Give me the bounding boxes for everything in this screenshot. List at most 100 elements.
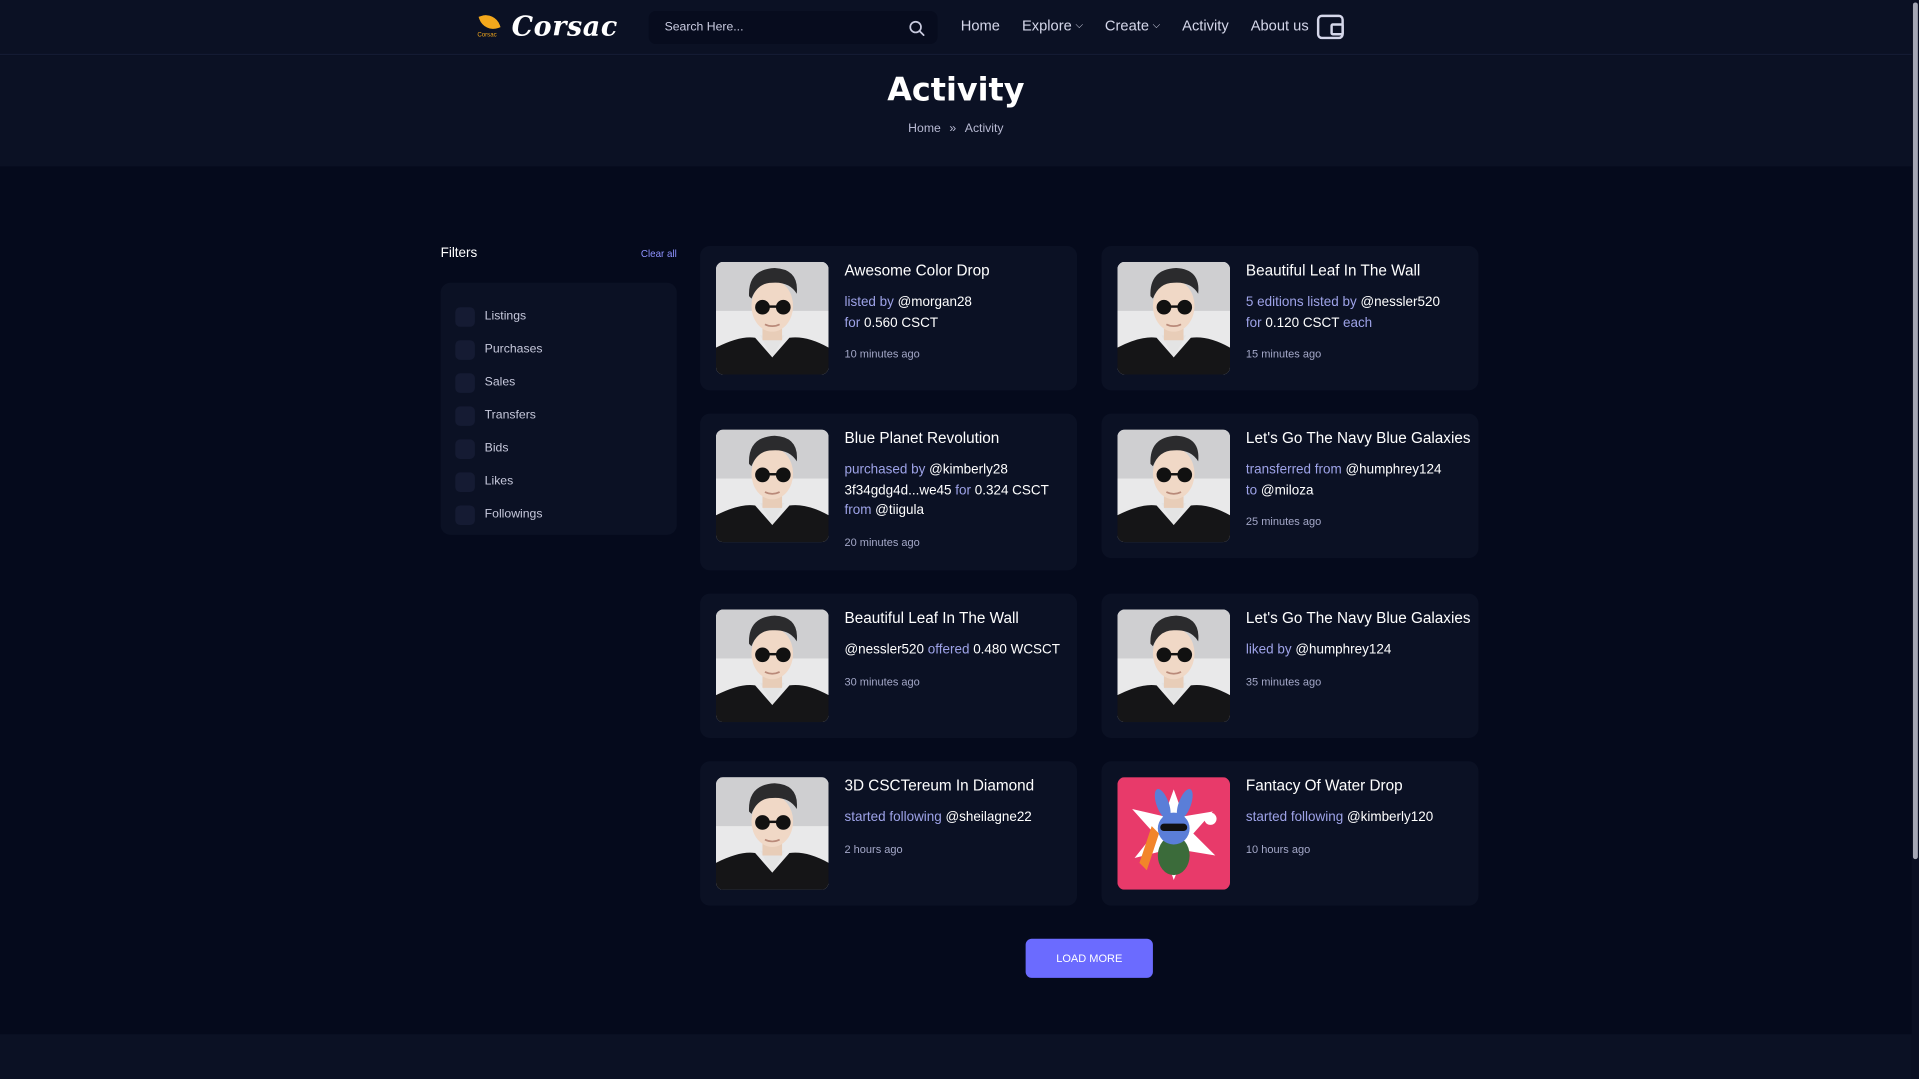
activity-text: liked by — [1245, 642, 1296, 658]
checkbox[interactable] — [455, 471, 475, 492]
chevron-down-icon: ⌵ — [1075, 19, 1083, 31]
checkbox[interactable] — [455, 372, 475, 393]
activity-body: Beautiful Leaf In The Wall @nessler520 of… — [844, 610, 1064, 688]
nft-thumbnail-avatar[interactable] — [715, 777, 829, 890]
filters-panel: Listings Purchases Sales Transfers Bids … — [440, 282, 677, 535]
activity-title[interactable]: 3D CSCTereum In Diamond — [844, 777, 1064, 794]
breadcrumb: Home » Activity — [0, 122, 1912, 135]
activity-value: 0.480 WCSCT — [973, 642, 1060, 658]
page-scrollbar[interactable] — [1911, 0, 1919, 1079]
brand-name: Corsac — [511, 11, 618, 43]
activity-detail-line: from @tiigula — [844, 501, 1064, 521]
activity-title[interactable]: Beautiful Leaf In The Wall — [844, 610, 1064, 627]
activity-title[interactable]: Let's Go The Navy Blue Galaxies — [1246, 430, 1471, 447]
activity-title[interactable]: Beautiful Leaf In The Wall — [1246, 262, 1466, 279]
nft-thumbnail-avatar[interactable] — [1117, 261, 1231, 375]
nft-thumbnail-bunny[interactable] — [1117, 777, 1231, 890]
activity-card[interactable]: Beautiful Leaf In The Wall 5 editions lis… — [1101, 246, 1479, 391]
activity-timestamp: 10 hours ago — [1245, 842, 1311, 855]
nft-thumbnail-avatar[interactable] — [1117, 429, 1231, 543]
activity-card[interactable]: Awesome Color Drop listed by @morgan28 for… — [700, 246, 1078, 391]
activity-body: 3D CSCTereum In Diamond started following… — [844, 777, 1064, 855]
nft-thumbnail-avatar[interactable] — [715, 429, 829, 543]
nav-create[interactable]: Create ⌵ — [1105, 17, 1160, 34]
activity-detail-line: for 0.120 CSCT each — [1246, 313, 1466, 333]
user-link[interactable]: @humphrey124 — [1295, 643, 1391, 658]
activity-card[interactable]: Fantacy Of Water Drop started following @… — [1101, 761, 1479, 906]
filter-sales[interactable]: Sales — [455, 366, 662, 399]
activity-card[interactable]: Blue Planet Revolution purchased by @kimb… — [700, 413, 1078, 571]
load-more-button[interactable]: LOAD MORE — [1025, 938, 1153, 978]
filter-transfers[interactable]: Transfers — [455, 399, 662, 432]
footer — [0, 1034, 1912, 1079]
page-title: Activity — [887, 72, 1025, 109]
filter-label: Bids — [484, 441, 509, 456]
activity-card[interactable]: Beautiful Leaf In The Wall @nessler520 of… — [700, 593, 1078, 739]
checkbox[interactable] — [455, 504, 475, 525]
user-link[interactable]: @sheilagne22 — [946, 810, 1032, 825]
checkbox[interactable] — [455, 438, 475, 459]
breadcrumb-current: Activity — [964, 122, 1004, 136]
search-bar — [648, 11, 938, 45]
wallet-icon[interactable] — [1316, 14, 1344, 40]
checkbox[interactable] — [455, 339, 475, 360]
activity-title[interactable]: Awesome Color Drop — [844, 262, 1064, 279]
nav-activity[interactable]: Activity — [1182, 17, 1229, 34]
checkbox[interactable] — [455, 306, 475, 327]
activity-timestamp: 20 minutes ago — [844, 535, 920, 548]
user-link[interactable]: @nessler520 — [1360, 295, 1440, 310]
nft-thumbnail-avatar[interactable] — [1117, 609, 1231, 723]
checkbox[interactable] — [455, 405, 475, 426]
search-input[interactable] — [664, 20, 909, 35]
logo-icon: Corsac — [477, 11, 504, 41]
nav-explore[interactable]: Explore ⌵ — [1022, 17, 1083, 34]
scrollbar-thumb[interactable] — [1912, 2, 1918, 860]
activity-text: transferred from — [1245, 462, 1346, 478]
activity-value: 3f34gdg4d...we45 — [844, 482, 952, 498]
activity-timestamp: 10 minutes ago — [844, 347, 920, 360]
nav-create-label: Create — [1104, 17, 1150, 35]
search-icon[interactable] — [908, 19, 925, 36]
clear-all-link[interactable]: Clear all — [641, 248, 677, 259]
activity-body: Blue Planet Revolution purchased by @kimb… — [844, 430, 1064, 548]
user-link[interactable]: @miloza — [1261, 483, 1314, 498]
breadcrumb-home[interactable]: Home — [908, 122, 941, 135]
nft-thumbnail-avatar[interactable] — [715, 261, 829, 375]
nft-thumbnail-avatar[interactable] — [715, 609, 829, 723]
user-link[interactable]: @kimberly28 — [929, 463, 1008, 478]
nav-about[interactable]: About us — [1251, 17, 1309, 34]
activity-card[interactable]: Let's Go The Navy Blue Galaxies liked by … — [1101, 593, 1479, 739]
activity-timestamp: 2 hours ago — [844, 842, 903, 855]
activity-title[interactable]: Blue Planet Revolution — [844, 430, 1064, 447]
activity-title[interactable]: Fantacy Of Water Drop — [1246, 777, 1466, 794]
filter-followings[interactable]: Followings — [455, 498, 662, 531]
activity-text: started following — [844, 810, 946, 825]
filter-purchases[interactable]: Purchases — [455, 333, 662, 366]
brand-logo[interactable]: Corsac Corsac — [477, 11, 618, 43]
activity-detail-line: purchased by @kimberly28 — [844, 460, 1064, 480]
nav-home[interactable]: Home — [961, 17, 1000, 34]
user-link[interactable]: @tiigula — [875, 503, 924, 518]
filter-bids[interactable]: Bids — [455, 432, 662, 465]
nav-explore-label: Explore — [1021, 17, 1072, 35]
user-link[interactable]: @morgan28 — [898, 295, 972, 310]
activity-card[interactable]: Let's Go The Navy Blue Galaxies transferr… — [1101, 413, 1479, 559]
nav-home-label: Home — [960, 17, 1000, 35]
activity-timestamp: 30 minutes ago — [844, 674, 920, 688]
page-hero: Activity Home » Activity — [0, 55, 1912, 167]
activity-card[interactable]: 3D CSCTereum In Diamond started following… — [700, 761, 1078, 906]
activity-body: Awesome Color Drop listed by @morgan28 for… — [844, 262, 1064, 360]
filter-listings[interactable]: Listings — [455, 300, 662, 333]
activity-title[interactable]: Let's Go The Navy Blue Galaxies — [1246, 610, 1471, 627]
user-link[interactable]: @kimberly120 — [1347, 810, 1433, 825]
activity-detail-line: listed by @morgan28 — [844, 293, 1064, 313]
activity-text: offered — [924, 642, 974, 658]
activity-body: Beautiful Leaf In The Wall 5 editions lis… — [1246, 262, 1466, 360]
user-link[interactable]: @nessler520 — [844, 643, 924, 658]
activity-detail-line: 3f34gdg4d...we45 for 0.324 CSCT — [844, 480, 1064, 500]
filter-likes[interactable]: Likes — [455, 465, 662, 498]
user-link[interactable]: @humphrey124 — [1345, 463, 1441, 478]
filter-label: Sales — [484, 375, 516, 390]
filter-label: Likes — [484, 474, 514, 489]
activity-detail-line: started following @kimberly120 — [1246, 808, 1466, 828]
